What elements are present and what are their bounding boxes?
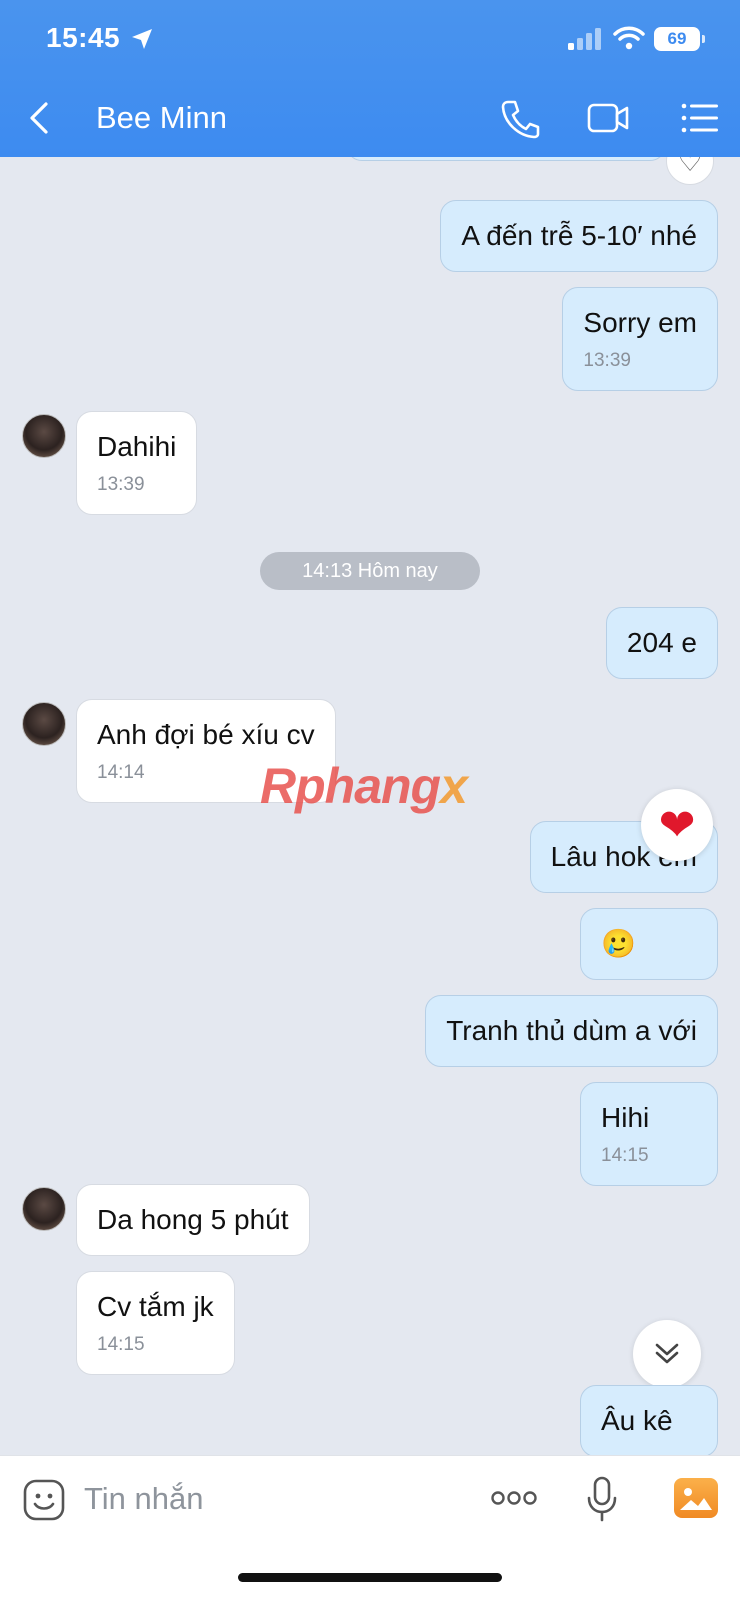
- avatar[interactable]: [22, 1187, 66, 1231]
- message-text: 204 e: [626, 627, 697, 658]
- message-time: 14:15: [601, 1145, 649, 1166]
- message-text: Hihi: [601, 1102, 650, 1133]
- message-bubble[interactable]: Hihi 14:15: [580, 1082, 718, 1186]
- message-text: Sorry em: [583, 307, 697, 338]
- status-time: 15:45: [46, 22, 121, 53]
- more-dots-icon[interactable]: [490, 1486, 538, 1510]
- image-glyph-icon: [680, 1488, 712, 1510]
- message-time: 13:39: [583, 350, 631, 371]
- avatar[interactable]: [22, 702, 66, 746]
- message-text: 🥲: [601, 928, 636, 959]
- sticker-icon[interactable]: [22, 1478, 66, 1522]
- date-separator: 14:13 Hôm nay: [260, 552, 480, 590]
- wifi-icon: [613, 26, 645, 50]
- message-time: 14:15: [97, 1334, 145, 1355]
- list-menu-icon[interactable]: [678, 96, 722, 140]
- message-text: A đến trễ 5-10′ nhé: [461, 220, 697, 251]
- image-icon[interactable]: [674, 1478, 718, 1518]
- double-chevron-down-icon: [655, 1343, 679, 1364]
- watermark-logo: Rphangx: [260, 758, 468, 814]
- video-camera-icon[interactable]: [586, 96, 630, 140]
- message-bubble[interactable]: 204 e: [605, 607, 718, 679]
- message-bubble[interactable]: Âu kê: [580, 1385, 718, 1455]
- avatar[interactable]: [22, 414, 66, 458]
- signal-icon: [568, 28, 601, 50]
- chat-header: 15:45 69 Bee Minn: [0, 0, 740, 157]
- message-text: Âu kê: [601, 1405, 673, 1436]
- message-bubble[interactable]: Tranh thủ dùm a với: [425, 995, 718, 1067]
- heart-reaction-icon[interactable]: ❤: [641, 789, 713, 861]
- message-bubble[interactable]: Da hong 5 phút: [76, 1184, 310, 1256]
- location-arrow-icon: [132, 29, 152, 49]
- phone-icon[interactable]: [498, 96, 542, 140]
- message-bubble[interactable]: Sorry em 13:39: [562, 287, 718, 391]
- home-indicator: [238, 1573, 502, 1582]
- back-chevron-icon[interactable]: [26, 100, 56, 136]
- message-time: 13:39: [97, 474, 145, 495]
- contact-name[interactable]: Bee Minn: [96, 100, 227, 136]
- message-list[interactable]: ♡ A đến trễ 5-10′ nhé Sorry em 13:39 Dah…: [0, 157, 740, 1455]
- message-bubble[interactable]: 🥲: [580, 908, 718, 980]
- message-input[interactable]: [84, 1476, 464, 1522]
- message-bubble[interactable]: Cv tắm jk 14:15: [76, 1271, 235, 1375]
- message-bubble-partial: [346, 157, 666, 161]
- message-text: Dahihi: [97, 431, 177, 462]
- message-text: Da hong 5 phút: [97, 1204, 289, 1235]
- heart-reaction-outline-icon[interactable]: ♡: [666, 157, 714, 185]
- message-text: Tranh thủ dùm a với: [446, 1015, 697, 1046]
- battery-indicator: 69: [654, 27, 705, 51]
- message-bubble[interactable]: A đến trễ 5-10′ nhé: [440, 200, 718, 272]
- microphone-icon[interactable]: [586, 1476, 618, 1522]
- scroll-to-bottom-button[interactable]: [633, 1320, 701, 1388]
- message-bubble[interactable]: Dahihi 13:39: [76, 411, 198, 515]
- message-text: Anh đợi bé xíu cv: [97, 719, 315, 750]
- message-text: Cv tắm jk: [97, 1291, 214, 1322]
